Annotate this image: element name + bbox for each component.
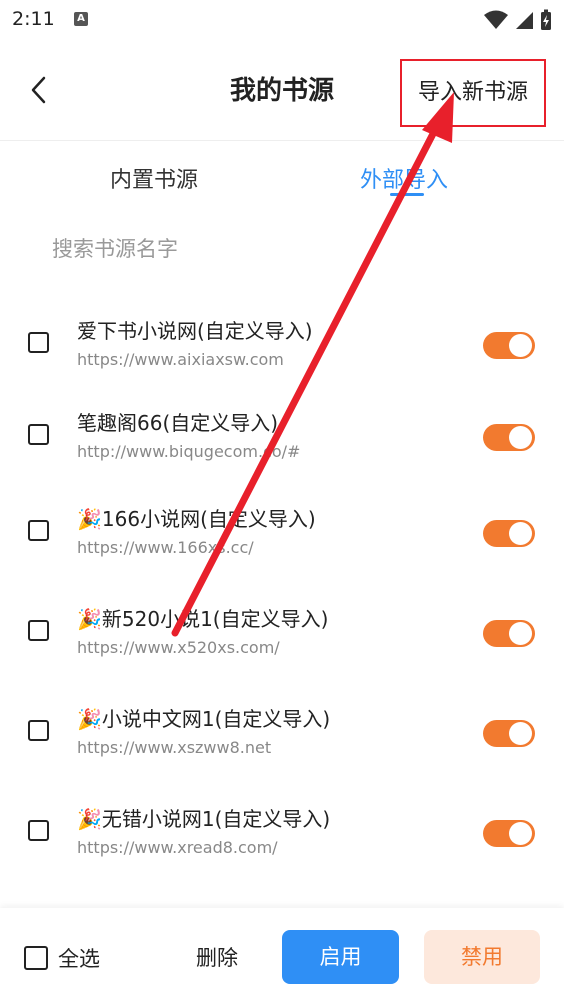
system-icons [484,9,552,31]
delete-button[interactable]: 删除 [196,942,238,972]
status-time: 2:11 [12,8,55,30]
source-url: https://www.166xs.cc/ [77,538,254,557]
import-new-source-button[interactable]: 导入新书源 [400,59,546,127]
disable-button[interactable]: 禁用 [424,930,540,984]
battery-icon [541,9,551,30]
wifi-icon [484,10,508,29]
row-checkbox[interactable] [28,720,49,741]
list-item: 🎉新520小说1(自定义导入) https://www.x520xs.com/ [0,588,564,688]
source-url: https://www.xszww8.net [77,738,272,757]
toggle-knob [509,334,532,357]
list-item: 爱下书小说网(自定义导入) https://www.aixiaxsw.com [0,300,564,400]
row-checkbox[interactable] [28,520,49,541]
select-all-checkbox[interactable]: 全选 [24,943,100,973]
row-checkbox[interactable] [28,620,49,641]
row-checkbox[interactable] [28,820,49,841]
party-emoji-icon: 🎉 [77,807,102,831]
enable-button[interactable]: 启用 [282,930,399,984]
back-arrow-icon [31,76,46,104]
enable-toggle[interactable] [483,332,535,359]
enable-toggle[interactable] [483,424,535,451]
source-name: 🎉166小说网(自定义导入) [77,507,316,531]
toggle-knob [509,522,532,545]
select-all-box [24,946,48,970]
party-emoji-icon: 🎉 [77,607,102,631]
tab-external-import[interactable]: 外部导入 [360,162,448,194]
active-tab-indicator [390,193,424,196]
party-emoji-icon: 🎉 [77,507,102,531]
source-name: 🎉小说中文网1(自定义导入) [77,707,331,731]
row-checkbox[interactable] [28,424,49,445]
tab-builtin-sources[interactable]: 内置书源 [110,162,198,194]
status-bar: 2:11 A [0,0,564,40]
party-emoji-icon: 🎉 [77,707,102,731]
toggle-knob [509,822,532,845]
source-url: http://www.biqugecom.co/# [77,442,301,461]
row-checkbox[interactable] [28,332,49,353]
app-header: 我的书源 导入新书源 [0,40,564,141]
list-item: 🎉166小说网(自定义导入) https://www.166xs.cc/ [0,488,564,588]
list-item: 🎉小说中文网1(自定义导入) https://www.xszww8.net [0,688,564,788]
enable-toggle[interactable] [483,620,535,647]
toggle-knob [509,722,532,745]
source-url: https://www.x520xs.com/ [77,638,280,657]
search-input[interactable] [52,232,512,266]
source-url: https://www.aixiaxsw.com [77,350,284,369]
source-url: https://www.xread8.com/ [77,838,278,857]
signal-icon [516,12,533,29]
list-item: 笔趣阁66(自定义导入) http://www.biqugecom.co/# [0,392,564,492]
select-all-label: 全选 [58,947,100,971]
toggle-knob [509,426,532,449]
toggle-knob [509,622,532,645]
source-name: 笔趣阁66(自定义导入) [77,411,279,435]
bottom-action-bar: 全选 删除 启用 禁用 [0,908,564,1004]
back-button[interactable] [26,72,56,108]
notification-a-icon: A [74,12,88,26]
source-tabs: 内置书源 外部导入 [0,140,564,210]
enable-toggle[interactable] [483,520,535,547]
list-item: 🎉无错小说网1(自定义导入) https://www.xread8.com/ [0,788,564,888]
source-name: 🎉无错小说网1(自定义导入) [77,807,331,831]
enable-toggle[interactable] [483,820,535,847]
enable-toggle[interactable] [483,720,535,747]
source-name: 爱下书小说网(自定义导入) [77,319,313,343]
source-name: 🎉新520小说1(自定义导入) [77,607,329,631]
